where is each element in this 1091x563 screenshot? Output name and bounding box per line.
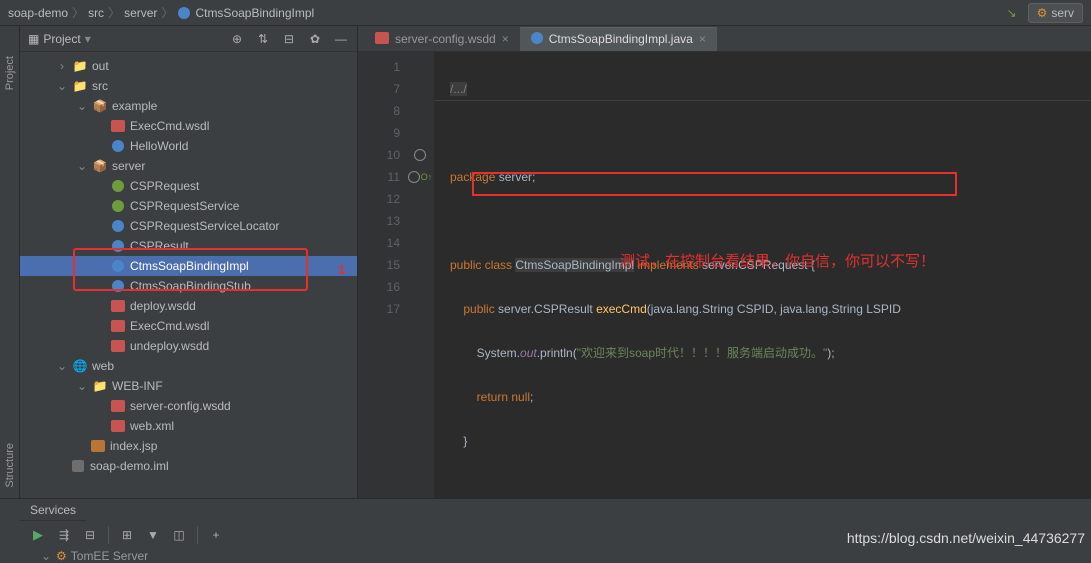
run-icon[interactable]: ▶: [26, 523, 50, 547]
globe-icon[interactable]: [414, 149, 426, 161]
filter-icon[interactable]: ▼: [141, 523, 165, 547]
chevron-right-icon: 〉: [108, 4, 120, 21]
project-panel-header: ▦ Project ▾ ⊕ ⇅ ⊟ ✿ —: [20, 26, 357, 52]
project-tool-button[interactable]: Project: [4, 56, 16, 90]
xml-icon: [375, 32, 389, 47]
add-icon[interactable]: +: [204, 523, 228, 547]
tree-file-selected[interactable]: CtmsSoapBindingImpl: [20, 256, 357, 276]
separator: [197, 526, 198, 544]
services-tab[interactable]: Services: [20, 499, 86, 521]
tree-file[interactable]: CSPRequestServiceLocator: [20, 216, 357, 236]
build-icon[interactable]: ↘: [1004, 5, 1020, 21]
gear-icon[interactable]: ✿: [307, 31, 323, 47]
project-tree[interactable]: ›📁out ⌄📁src ⌄📦example ExecCmd.wsdl Hello…: [20, 52, 357, 498]
code-area[interactable]: /.../ package server; public class CtmsS…: [434, 52, 1091, 498]
breadcrumb-item[interactable]: server: [124, 6, 157, 20]
tree-folder-out[interactable]: ›📁out: [20, 56, 357, 76]
tree-file[interactable]: undeploy.wsdd: [20, 336, 357, 356]
tree-file[interactable]: ExecCmd.wsdl: [20, 116, 357, 136]
project-view-icon: ▦: [28, 32, 39, 46]
collapse-icon[interactable]: ⊟: [281, 31, 297, 47]
tree-file[interactable]: index.jsp: [20, 436, 357, 456]
breadcrumb: soap-demo 〉 src 〉 server 〉 CtmsSoapBindi…: [0, 0, 1091, 26]
server-item[interactable]: TomEE Server: [71, 549, 148, 563]
structure-tool-button[interactable]: Structure: [4, 443, 16, 488]
project-panel: ▦ Project ▾ ⊕ ⇅ ⊟ ✿ — ›📁out ⌄📁src ⌄📦exam…: [20, 26, 358, 498]
separator: [108, 526, 109, 544]
chevron-right-icon: 〉: [161, 4, 173, 21]
close-icon[interactable]: ×: [699, 32, 706, 46]
folded-comment[interactable]: /.../: [450, 82, 467, 96]
tree-file[interactable]: soap-demo.iml: [20, 456, 357, 476]
editor-body[interactable]: 17891011121314151617 O↑ /.../ package se…: [358, 52, 1091, 498]
tree-file[interactable]: deploy.wsdd: [20, 296, 357, 316]
tree-file[interactable]: CSPRequest: [20, 176, 357, 196]
tree-file[interactable]: web.xml: [20, 416, 357, 436]
tree-folder-web[interactable]: ⌄🌐web: [20, 356, 357, 376]
tab-server-config[interactable]: server-config.wsdd ×: [364, 27, 520, 51]
project-title[interactable]: Project: [43, 32, 80, 46]
tomcat-icon: ⚙: [56, 549, 67, 563]
line-numbers: 17891011121314151617: [358, 52, 406, 498]
tree-package-server[interactable]: ⌄📦server: [20, 156, 357, 176]
run-config-button[interactable]: ⚙ serv: [1028, 3, 1083, 23]
dropdown-icon[interactable]: ▾: [85, 32, 91, 46]
separator-line: [434, 100, 1091, 101]
breadcrumb-item[interactable]: soap-demo: [8, 6, 68, 20]
tree-folder-src[interactable]: ⌄📁src: [20, 76, 357, 96]
tree-file[interactable]: HelloWorld: [20, 136, 357, 156]
tab-ctmssoapbindingimpl[interactable]: CtmsSoapBindingImpl.java ×: [520, 27, 717, 51]
chevron-right-icon: 〉: [72, 4, 84, 21]
close-icon[interactable]: ×: [502, 32, 509, 46]
breadcrumb-item[interactable]: CtmsSoapBindingImpl: [195, 6, 314, 20]
annotation-text-2: 测试，在控制台看结果，你自信，你可以不写！: [620, 250, 935, 271]
group-icon[interactable]: ⊞: [115, 523, 139, 547]
override-icon[interactable]: O↑: [421, 172, 433, 182]
chevron-icon[interactable]: ⌄: [40, 549, 52, 563]
tree-icon[interactable]: ⇶: [52, 523, 76, 547]
tree-file[interactable]: CSPResult: [20, 236, 357, 256]
tree-file[interactable]: ExecCmd.wsdl: [20, 316, 357, 336]
locate-icon[interactable]: ⊕: [229, 31, 245, 47]
hide-icon[interactable]: —: [333, 31, 349, 47]
globe-icon[interactable]: [408, 171, 420, 183]
tree-file[interactable]: CSPRequestService: [20, 196, 357, 216]
expand-icon[interactable]: ⇅: [255, 31, 271, 47]
editor-tabs: server-config.wsdd × CtmsSoapBindingImpl…: [358, 26, 1091, 52]
stop-icon[interactable]: ⊟: [78, 523, 102, 547]
breadcrumb-item[interactable]: src: [88, 6, 104, 20]
class-icon: [531, 32, 543, 47]
tomcat-icon: ⚙: [1037, 6, 1048, 20]
class-icon: [177, 6, 191, 20]
layout-icon[interactable]: ◫: [167, 523, 191, 547]
tree-file[interactable]: server-config.wsdd: [20, 396, 357, 416]
tree-package-example[interactable]: ⌄📦example: [20, 96, 357, 116]
left-tool-strip: Project Structure: [0, 26, 20, 498]
tree-file[interactable]: CtmsSoapBindingStub: [20, 276, 357, 296]
watermark: https://blog.csdn.net/weixin_44736277: [847, 530, 1085, 546]
gutter-icons: O↑: [406, 52, 434, 498]
annotation-label-1: 1: [338, 262, 345, 277]
tree-folder-webinf[interactable]: ⌄📁WEB-INF: [20, 376, 357, 396]
services-toolbar: ▶ ⇶ ⊟ ⊞ ▼ ◫ +: [20, 521, 234, 549]
